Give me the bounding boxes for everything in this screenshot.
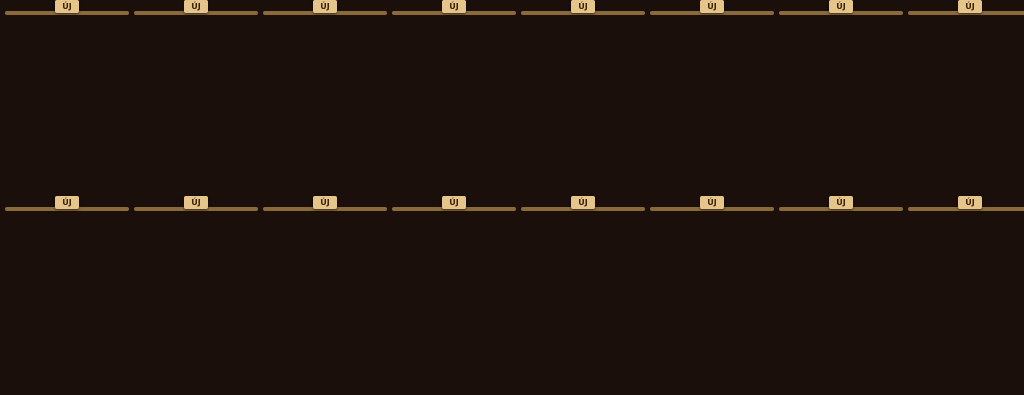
game-cell: TRIPLE TREASURE COVEHOLD & WINÚJ xyxy=(263,196,387,391)
new-badge: ÚJ xyxy=(442,196,466,209)
new-badge: ÚJ xyxy=(184,196,208,209)
new-badge: ÚJ xyxy=(571,0,595,13)
new-badge: ÚJ xyxy=(442,0,466,13)
new-badge: ÚJ xyxy=(313,196,337,209)
game-cell: COIN WINÚJ xyxy=(908,196,1024,391)
game-cell: THUNDER COINS XXLÚJ xyxy=(5,196,129,391)
game-cell: PIGGY PARTY XLÚJ xyxy=(650,196,774,391)
new-badge: ÚJ xyxy=(700,196,724,209)
game-cell: Gates of OLYMPUSSUPER SCATTERÚJ xyxy=(392,0,516,195)
game-cell: HOT STEP 2EXTREMEHOLD AND WINÚJ xyxy=(908,0,1024,195)
new-badge: ÚJ xyxy=(829,0,853,13)
new-badge: ÚJ xyxy=(829,196,853,209)
game-cell: 3 PIGS OF OLYMPUS 2RISE OF THE DEMIHOGSÚ… xyxy=(779,196,903,391)
game-cell: 3 HOT CHILLI PEPPERSÚJ xyxy=(392,196,516,391)
new-badge: ÚJ xyxy=(55,0,79,13)
new-badge: ÚJ xyxy=(55,196,79,209)
new-badge: ÚJ xyxy=(571,196,595,209)
game-cell: CRACK MORE PIGGY BANKSÚJ xyxy=(650,0,774,195)
game-cell: SUGARMERGE UPÚJ xyxy=(5,0,129,195)
game-cell: 3 APEX TREASURESPOT RUSHÚJ xyxy=(779,0,903,195)
new-badge: ÚJ xyxy=(958,196,982,209)
game-cell: BOOK OF RAÚJ xyxy=(521,196,645,391)
new-badge: ÚJ xyxy=(184,0,208,13)
game-cell: THUNDERLINE EXPRESSHOLD & WINÚJ xyxy=(263,0,387,195)
new-badge: ÚJ xyxy=(313,0,337,13)
new-badge: ÚJ xyxy=(700,0,724,13)
game-cell: GOLDEN FATE x1000ÚJ xyxy=(134,196,258,391)
game-grid: SUGARMERGE UPÚJ JOKER COINSUNLIMITED FOR… xyxy=(0,0,1024,395)
new-badge: ÚJ xyxy=(958,0,982,13)
game-cell: CASH CONNECTIONGOLDEN BOOK OF RAÚJ xyxy=(521,0,645,195)
game-cell: JOKER COINSUNLIMITED FORTUNEHIT THE CASH… xyxy=(134,0,258,195)
